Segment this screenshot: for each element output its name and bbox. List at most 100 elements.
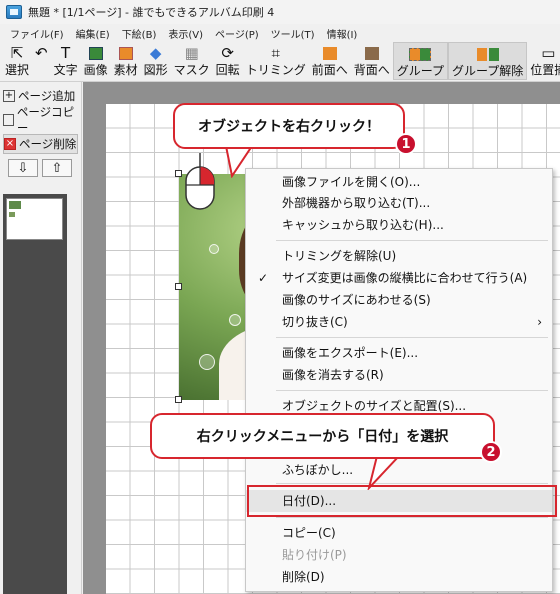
- group-icon: [409, 45, 432, 63]
- tool-label: グループ: [396, 64, 445, 78]
- menu-separator: [276, 240, 548, 241]
- menu-tools[interactable]: ツール(T): [265, 26, 321, 41]
- mask-icon: ▦: [184, 44, 199, 62]
- ungroup-icon: [476, 45, 499, 63]
- step-badge-2: 2: [480, 441, 502, 463]
- menu-open-image-file[interactable]: 画像ファイルを開く(O)...: [246, 171, 552, 193]
- resize-handle[interactable]: [175, 170, 182, 177]
- menu-separator: [276, 337, 548, 338]
- delete-page-button[interactable]: × ページ削除: [3, 134, 78, 154]
- copy-page-label: ページコピー: [16, 105, 75, 135]
- tool-label: トリミング: [245, 63, 306, 77]
- tool-label: グループ解除: [452, 64, 524, 78]
- tool-label: 画像: [83, 63, 108, 77]
- bring-front-tool[interactable]: 前面へ: [309, 42, 351, 80]
- menu-fit-image-size[interactable]: 画像のサイズにあわせる(S): [246, 289, 552, 311]
- delete-icon: ×: [4, 138, 16, 150]
- tool-label: 位置揃: [530, 63, 560, 77]
- callout-pointer: [367, 456, 401, 490]
- bring-front-icon: [322, 44, 337, 62]
- send-back-tool[interactable]: 背面へ: [351, 42, 393, 80]
- tool-label: 背面へ: [353, 63, 390, 77]
- mouse-right-click-icon: [185, 153, 215, 210]
- undo-icon: ↶: [35, 44, 48, 62]
- step-badge-1: 1: [395, 133, 417, 155]
- menu-cutout-label: 切り抜き(C): [282, 315, 348, 329]
- chevron-right-icon: ›: [537, 315, 542, 329]
- tool-label: 文字: [53, 63, 78, 77]
- menu-edit[interactable]: 編集(E): [70, 26, 116, 41]
- shape-icon: ◆: [149, 44, 162, 62]
- page-thumbnail[interactable]: [6, 198, 63, 240]
- tool-label: [39, 62, 43, 78]
- align-icon: ▭: [541, 44, 556, 62]
- menu-file[interactable]: ファイル(F): [4, 26, 70, 41]
- ungroup-tool[interactable]: グループ解除: [448, 42, 528, 80]
- group-tool[interactable]: グループ: [392, 42, 449, 80]
- tool-label: 選択: [5, 63, 30, 77]
- move-page-up-button[interactable]: ⇧: [42, 159, 72, 177]
- tool-label: マスク: [173, 63, 210, 77]
- add-page-label: ページ追加: [18, 89, 76, 103]
- menu-separator: [276, 483, 548, 484]
- tool-label: 図形: [143, 63, 168, 77]
- copy-page-button[interactable]: ページコピー: [3, 105, 78, 135]
- select-tool[interactable]: ⇱ 選択: [2, 42, 32, 80]
- menu-import-device[interactable]: 外部機器から取り込む(T)...: [246, 192, 552, 214]
- menu-import-cache[interactable]: キャッシュから取り込む(H)...: [246, 214, 552, 236]
- callout-pointer: [224, 146, 254, 178]
- tool-label: 回転: [215, 63, 240, 77]
- material-tool[interactable]: 素材: [111, 42, 141, 80]
- tool-label: 素材: [113, 63, 138, 77]
- menu-separator: [276, 517, 548, 518]
- tool-label: 前面へ: [311, 63, 348, 77]
- send-back-icon: [364, 44, 379, 62]
- menu-separator: [276, 390, 548, 391]
- move-page-down-button[interactable]: ⇩: [8, 159, 38, 177]
- toolbar: ⇱ 選択 ↶ T 文字 画像 素材 ◆ 図形 ▦ マスク ⟳ 回転 ⌗ トリミン…: [0, 42, 560, 82]
- text-icon: T: [61, 44, 71, 62]
- menu-keep-aspect-ratio-label: サイズ変更は画像の縦横比に合わせて行う(A): [282, 271, 528, 285]
- menu-cutout[interactable]: 切り抜き(C) ›: [246, 311, 552, 333]
- cursor-icon: ⇱: [10, 44, 24, 62]
- material-icon: [118, 44, 133, 62]
- up-arrow-icon: ⇧: [51, 160, 63, 176]
- image-tool[interactable]: 画像: [81, 42, 111, 80]
- menu-keep-aspect-ratio[interactable]: ✓ サイズ変更は画像の縦横比に合わせて行う(A): [246, 267, 552, 289]
- rotate-tool[interactable]: ⟳ 回転: [213, 42, 243, 80]
- undo-tool[interactable]: ↶: [32, 42, 51, 80]
- menu-view[interactable]: 表示(V): [162, 26, 209, 41]
- crop-tool[interactable]: ⌗ トリミング: [243, 42, 309, 80]
- menu-delete[interactable]: 削除(D): [246, 566, 552, 588]
- crop-icon: ⌗: [271, 44, 280, 62]
- menu-paste[interactable]: 貼り付け(P): [246, 544, 552, 566]
- menu-release-trimming[interactable]: トリミングを解除(U): [246, 245, 552, 267]
- callout-step2-text: 右クリックメニューから「日付」を選択: [196, 429, 449, 445]
- mask-tool[interactable]: ▦ マスク: [171, 42, 213, 80]
- text-tool[interactable]: T 文字: [51, 42, 81, 80]
- menu-page[interactable]: ページ(P): [209, 26, 265, 41]
- add-page-button[interactable]: + ページ追加: [3, 86, 78, 106]
- callout-step1-text: オブジェクトを右クリック！: [198, 119, 380, 135]
- callout-step2: 右クリックメニューから「日付」を選択: [150, 413, 495, 459]
- callout-step1: オブジェクトを右クリック！: [173, 103, 405, 149]
- page-panel: + ページ追加 ページコピー × ページ削除 ⇩ ⇧: [0, 82, 82, 594]
- menu-export-image[interactable]: 画像をエクスポート(E)...: [246, 342, 552, 364]
- align-tool[interactable]: ▭ 位置揃: [527, 42, 560, 80]
- window-title: 無題 * [1/1ページ] - 誰でもできるアルバム印刷 4: [28, 6, 275, 19]
- title-bar: 無題 * [1/1ページ] - 誰でもできるアルバム印刷 4: [0, 0, 560, 24]
- app-icon: [6, 5, 22, 19]
- menu-background[interactable]: 下絵(B): [116, 26, 163, 41]
- menu-erase-image[interactable]: 画像を消去する(R): [246, 364, 552, 386]
- resize-handle[interactable]: [175, 396, 182, 403]
- shape-tool[interactable]: ◆ 図形: [141, 42, 171, 80]
- copy-icon: [3, 114, 14, 126]
- down-arrow-icon: ⇩: [17, 160, 29, 176]
- menu-copy[interactable]: コピー(C): [246, 522, 552, 544]
- context-menu: 画像ファイルを開く(O)... 外部機器から取り込む(T)... キャッシュから…: [245, 168, 553, 592]
- resize-handle[interactable]: [175, 283, 182, 290]
- plus-icon: +: [3, 90, 15, 102]
- page-thumbnail-list: [3, 194, 67, 594]
- rotate-icon: ⟳: [221, 44, 234, 62]
- menu-info[interactable]: 情報(I): [321, 26, 364, 41]
